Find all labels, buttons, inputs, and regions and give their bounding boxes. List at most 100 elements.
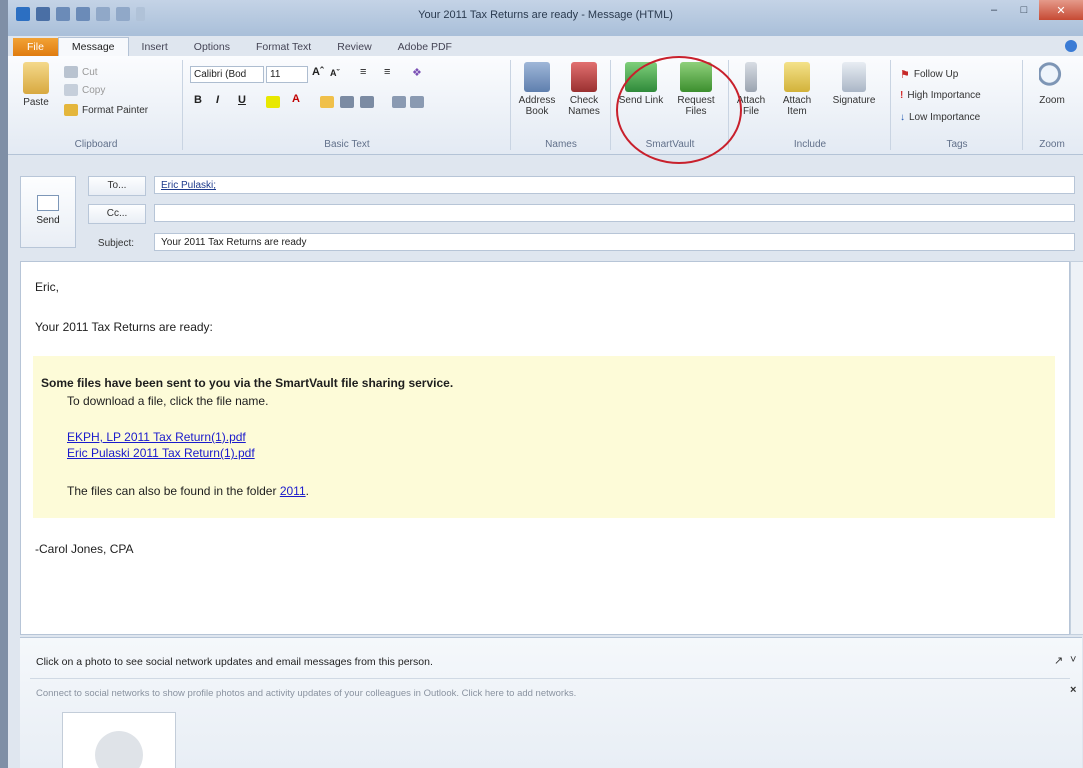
bold-button[interactable]: B	[194, 94, 202, 106]
copy-button[interactable]: Copy	[64, 84, 105, 96]
increase-indent-icon[interactable]	[410, 96, 424, 108]
highlight-circle	[616, 56, 742, 164]
include-group-label: Include	[793, 139, 827, 150]
tab-file[interactable]: File	[13, 38, 58, 56]
greeting-text: Eric,	[35, 280, 59, 294]
underline-button[interactable]: U	[238, 94, 246, 106]
paperclip-icon	[745, 62, 757, 92]
zoom-group-label: Zoom	[1039, 139, 1065, 150]
people-pane: Click on a photo to see social network u…	[20, 637, 1082, 768]
send-envelope-icon	[37, 195, 59, 211]
intro-text: Your 2011 Tax Returns are ready:	[35, 320, 213, 334]
subject-field[interactable]: Your 2011 Tax Returns are ready	[154, 233, 1075, 251]
notice-instruction: To download a file, click the file name.	[67, 394, 269, 408]
shrink-font-icon[interactable]: Aˇ	[330, 68, 340, 78]
attach-item-button[interactable]: Attach Item	[774, 62, 820, 117]
maximize-icon[interactable]: □	[1009, 0, 1039, 20]
folder-line: The files can also be found in the folde…	[67, 484, 309, 498]
clear-formatting-icon[interactable]: ❖	[412, 66, 422, 79]
highlight-icon[interactable]	[266, 96, 280, 108]
signature-icon	[842, 62, 866, 92]
paste-icon	[23, 62, 49, 94]
to-field[interactable]: Eric Pulaski;	[154, 176, 1075, 194]
align-right-icon[interactable]	[360, 96, 374, 108]
send-button[interactable]: Send	[20, 176, 76, 248]
paste-button[interactable]: Paste	[16, 62, 56, 108]
tab-review[interactable]: Review	[324, 38, 384, 56]
address-book-button[interactable]: Address Book	[514, 62, 560, 117]
window-controls: – □ ✕	[979, 0, 1083, 20]
clipboard-group-label: Clipboard	[74, 139, 118, 150]
folder-link[interactable]: 2011	[280, 484, 306, 498]
signature-button[interactable]: Signature	[824, 62, 884, 106]
low-importance-icon: ↓	[900, 112, 905, 123]
file-link-eric-pulaski[interactable]: Eric Pulaski 2011 Tax Return(1).pdf	[67, 446, 255, 460]
align-center-icon[interactable]	[340, 96, 354, 108]
clipboard-group: Paste Cut Copy Format Painter Clipboard	[10, 60, 183, 150]
tab-options[interactable]: Options	[181, 38, 243, 56]
low-importance-button[interactable]: ↓ Low Importance	[900, 112, 980, 123]
basic-text-group: Calibri (Bod 11 Aˆ Aˇ ≡ ≡ ❖ B I U A Basi…	[184, 60, 511, 150]
bullets-icon[interactable]: ≡	[360, 66, 366, 78]
italic-button[interactable]: I	[216, 94, 219, 106]
format-painter-icon	[64, 104, 78, 116]
to-recipient[interactable]: Eric Pulaski;	[161, 180, 216, 191]
cc-field[interactable]	[154, 204, 1075, 222]
cut-button[interactable]: Cut	[64, 66, 98, 78]
people-pane-divider	[30, 678, 1070, 679]
names-group: Address Book Check Names Names	[512, 60, 611, 150]
tab-message[interactable]: Message	[57, 37, 129, 56]
subject-label: Subject:	[97, 238, 135, 249]
magnifier-icon	[1039, 62, 1065, 92]
names-group-label: Names	[545, 139, 577, 150]
zoom-button[interactable]: Zoom	[1028, 62, 1076, 106]
check-names-icon	[571, 62, 597, 92]
tags-group: ⚑ Follow Up ! High Importance ↓ Low Impo…	[892, 60, 1023, 150]
contact-photo[interactable]	[62, 712, 176, 768]
notice-heading: Some files have been sent to you via the…	[41, 376, 454, 390]
to-button[interactable]: To...	[88, 176, 146, 196]
high-importance-icon: !	[900, 90, 904, 101]
high-importance-button[interactable]: ! High Importance	[900, 90, 981, 101]
check-names-button[interactable]: Check Names	[562, 62, 606, 117]
attach-item-icon	[784, 62, 810, 92]
basic-text-group-label: Basic Text	[324, 139, 370, 150]
font-name-combo[interactable]: Calibri (Bod	[190, 66, 264, 83]
grow-font-icon[interactable]: Aˆ	[312, 66, 324, 78]
smartvault-notice: Some files have been sent to you via the…	[33, 356, 1055, 518]
minimize-icon[interactable]: –	[979, 0, 1009, 20]
title-bar: Your 2011 Tax Returns are ready - Messag…	[8, 0, 1083, 36]
flag-icon: ⚑	[900, 69, 910, 81]
follow-up-button[interactable]: ⚑ Follow Up	[900, 68, 958, 81]
decrease-indent-icon[interactable]	[392, 96, 406, 108]
format-painter-button[interactable]: Format Painter	[64, 104, 148, 116]
people-pane-hint: Click on a photo to see social network u…	[36, 656, 433, 668]
signature-text: -Carol Jones, CPA	[35, 542, 134, 556]
include-group: Attach File Attach Item Signature Includ…	[730, 60, 891, 150]
avatar	[95, 731, 143, 768]
expand-pane-icon[interactable]: ↗	[1054, 654, 1063, 667]
address-book-icon	[524, 62, 550, 92]
help-icon[interactable]	[1065, 40, 1077, 52]
font-size-combo[interactable]: 11	[266, 66, 308, 83]
add-networks-link[interactable]: Connect to social networks to show profi…	[36, 688, 576, 699]
numbering-icon[interactable]: ≡	[384, 66, 390, 78]
file-link-ekph[interactable]: EKPH, LP 2011 Tax Return(1).pdf	[67, 430, 246, 444]
align-left-icon[interactable]	[320, 96, 334, 108]
window-title: Your 2011 Tax Returns are ready - Messag…	[418, 9, 673, 21]
copy-icon	[64, 84, 78, 96]
close-icon[interactable]: ✕	[1039, 0, 1083, 20]
message-body[interactable]: Eric, Your 2011 Tax Returns are ready: S…	[20, 261, 1070, 635]
body-scrollbar[interactable]	[1070, 261, 1083, 635]
cc-button[interactable]: Cc...	[88, 204, 146, 224]
close-pane-icon[interactable]: ×	[1070, 684, 1076, 696]
ribbon-tabs: File Message Insert Options Format Text …	[8, 36, 1083, 56]
tab-format-text[interactable]: Format Text	[243, 38, 324, 56]
tab-insert[interactable]: Insert	[129, 38, 181, 56]
tab-adobe-pdf[interactable]: Adobe PDF	[385, 38, 465, 56]
ribbon: Paste Cut Copy Format Painter Clipboard …	[8, 56, 1083, 155]
scissors-icon	[64, 66, 78, 78]
zoom-group: Zoom Zoom	[1024, 60, 1080, 150]
collapse-pane-icon[interactable]: ˅	[1070, 654, 1076, 666]
font-color-icon[interactable]: A	[292, 93, 300, 105]
